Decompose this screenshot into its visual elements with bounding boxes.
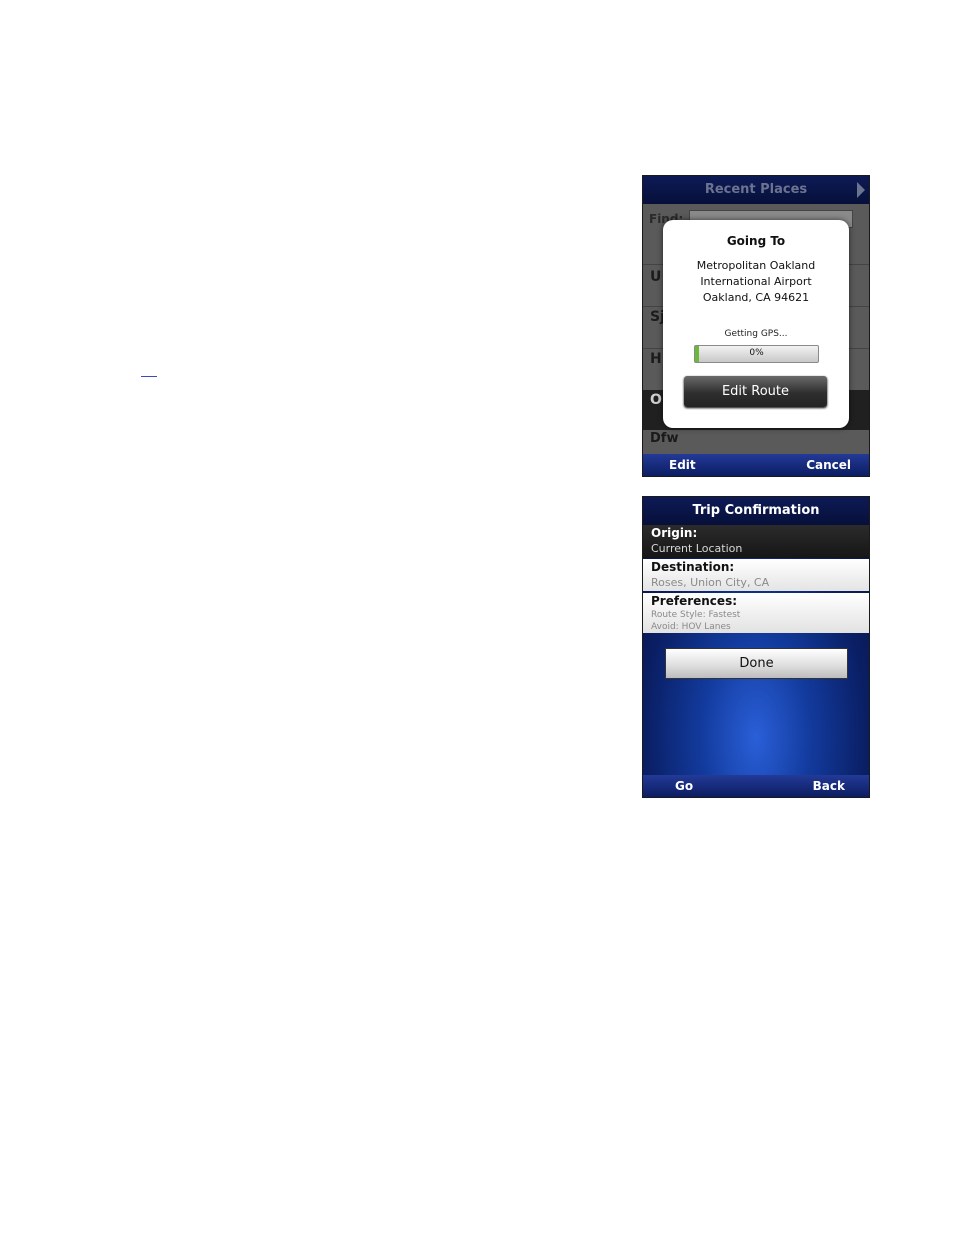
dialog-title: Going To [726,234,786,248]
softkey-bar: Go Back [643,775,869,797]
destination-label: Destination: [651,560,735,574]
destination-value: Roses, Union City, CA [651,576,770,589]
address-line: Metropolitan Oakland [696,259,816,272]
screen-title: Trip Confirmation [692,503,820,518]
edit-softkey[interactable]: Edit [669,454,696,476]
going-to-dialog: Going To Metropolitan Oakland Internatio… [663,220,849,428]
address-line: International Airport [700,275,812,288]
done-button[interactable]: Done [665,648,848,679]
gps-progress-bar: 0% [694,345,819,363]
next-arrow-icon[interactable] [857,182,865,198]
progress-label: 0% [749,348,764,358]
origin-section[interactable]: Origin: Current Location [643,525,869,558]
destination-section[interactable]: Destination: Roses, Union City, CA [643,559,869,591]
edit-route-button[interactable]: Edit Route [684,376,827,407]
recent-places-screen: Recent Places Find: U Sj H O Dfw Going T… [642,175,870,477]
list-item-label[interactable]: Dfw [650,431,678,446]
back-softkey[interactable]: Back [813,775,845,797]
list-item-label: H [650,351,662,367]
stray-link[interactable] [141,364,157,377]
cancel-softkey[interactable]: Cancel [806,454,851,476]
screen-title-bar: Trip Confirmation [643,497,869,525]
address-line: Oakland, CA 94621 [702,291,810,304]
preferences-label: Preferences: [651,594,738,608]
trip-summary: Origin: Current Location Destination: Ro… [643,525,869,775]
softkey-bar: Edit Cancel [643,454,869,476]
trip-confirmation-screen: Trip Confirmation Origin: Current Locati… [642,496,870,798]
screen-title-bar: Recent Places [643,176,869,204]
preferences-section[interactable]: Preferences: Route Style: Fastest Avoid:… [643,593,869,633]
destination-address: Metropolitan Oakland International Airpo… [663,258,849,306]
origin-label: Origin: [651,526,698,540]
origin-value: Current Location [651,542,743,555]
gps-status: Getting GPS... [724,329,788,339]
route-style-value: Route Style: Fastest [651,610,741,620]
avoid-value: Avoid: HOV Lanes [651,622,731,632]
go-softkey[interactable]: Go [675,775,693,797]
screen-title: Recent Places [704,182,808,197]
list-item-label: U [650,269,662,285]
list-item-label: O [650,392,662,408]
